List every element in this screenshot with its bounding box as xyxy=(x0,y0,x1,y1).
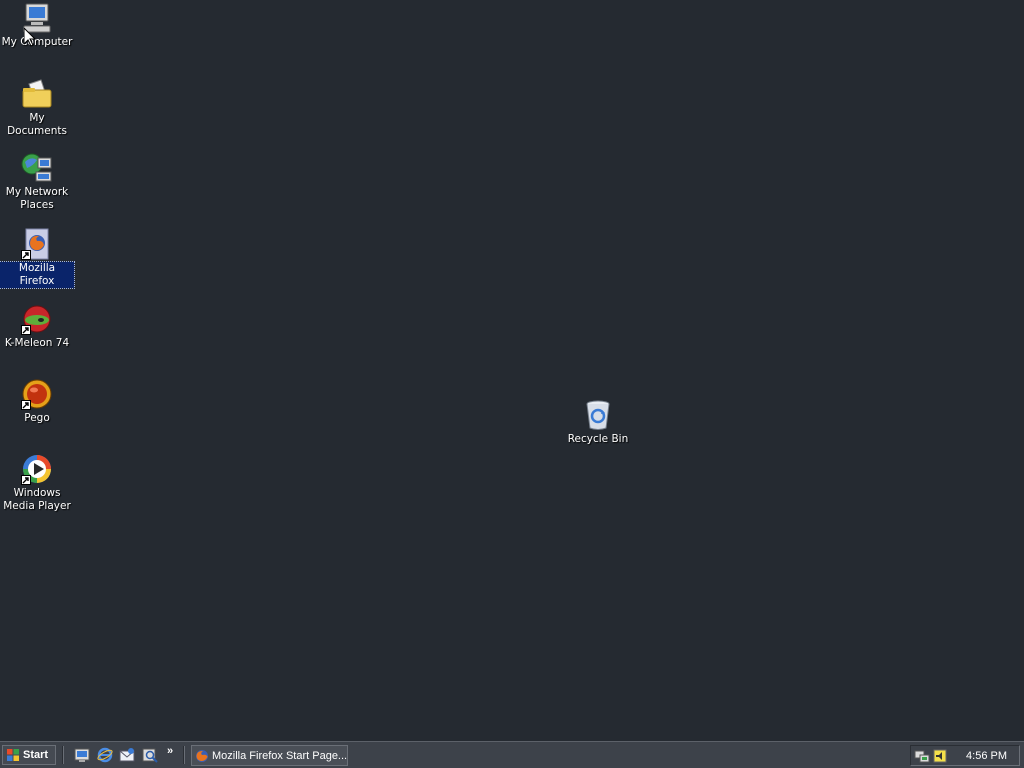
system-tray: 4:56 PM xyxy=(910,745,1020,766)
recycle-bin-icon xyxy=(582,399,614,431)
start-label: Start xyxy=(23,749,49,761)
shortcut-arrow-icon xyxy=(21,400,31,410)
search-icon[interactable] xyxy=(142,747,158,763)
icon-label: Recycle Bin xyxy=(567,433,629,445)
windows-media-player-icon xyxy=(21,453,53,485)
desktop-icon-recycle-bin[interactable]: Recycle Bin xyxy=(561,399,635,446)
network-icon[interactable] xyxy=(914,748,930,764)
shortcut-arrow-icon xyxy=(21,325,31,335)
shortcut-arrow-icon xyxy=(21,475,31,485)
desktop-icon-mozilla-firefox[interactable]: Mozilla Firefox xyxy=(0,228,75,289)
icon-label: My Computer xyxy=(1,36,73,48)
show-desktop-icon[interactable] xyxy=(74,747,90,763)
desktop-icon-my-documents[interactable]: My Documents xyxy=(0,78,74,138)
task-button-label: Mozilla Firefox Start Page... xyxy=(212,749,348,762)
taskbar-separator xyxy=(183,746,185,764)
icon-label: K-Meleon 74 xyxy=(4,337,70,349)
taskbar-separator xyxy=(62,746,64,764)
desktop[interactable]: My Computer My Documents My Network Plac… xyxy=(0,0,1024,741)
icon-label: Pego xyxy=(24,412,50,424)
icon-label: Windows Media Player xyxy=(3,487,71,512)
desktop-icon-k-meleon[interactable]: K-Meleon 74 xyxy=(0,303,74,350)
start-button[interactable]: Start xyxy=(2,745,56,765)
shortcut-arrow-icon xyxy=(21,250,31,260)
firefox-icon xyxy=(21,228,53,260)
icon-label: Mozilla Firefox xyxy=(0,261,75,289)
task-button-firefox[interactable]: Mozilla Firefox Start Page... xyxy=(191,745,348,766)
windows-logo-icon xyxy=(7,749,19,761)
desktop-icon-pego[interactable]: Pego xyxy=(0,378,74,425)
clock[interactable]: 4:56 PM xyxy=(966,750,1007,762)
quick-launch-chevron[interactable]: » xyxy=(167,745,173,757)
my-documents-icon xyxy=(21,78,53,110)
desktop-icon-windows-media-player[interactable]: Windows Media Player xyxy=(0,453,74,513)
internet-explorer-icon[interactable] xyxy=(97,747,113,763)
desktop-icon-my-computer[interactable]: My Computer xyxy=(0,2,74,49)
icon-label: My Documents xyxy=(7,112,67,137)
network-places-icon xyxy=(21,152,53,184)
icon-label: My Network Places xyxy=(5,186,69,211)
k-meleon-icon xyxy=(21,303,53,335)
mouse-cursor-icon xyxy=(23,26,37,47)
taskbar: Start » Mozilla Firefox Start Page... 4:… xyxy=(0,741,1024,768)
firefox-icon xyxy=(196,749,208,762)
desktop-icon-my-network-places[interactable]: My Network Places xyxy=(0,152,74,212)
volume-icon[interactable] xyxy=(932,748,948,764)
pego-icon xyxy=(21,378,53,410)
outlook-express-icon[interactable] xyxy=(119,747,135,763)
